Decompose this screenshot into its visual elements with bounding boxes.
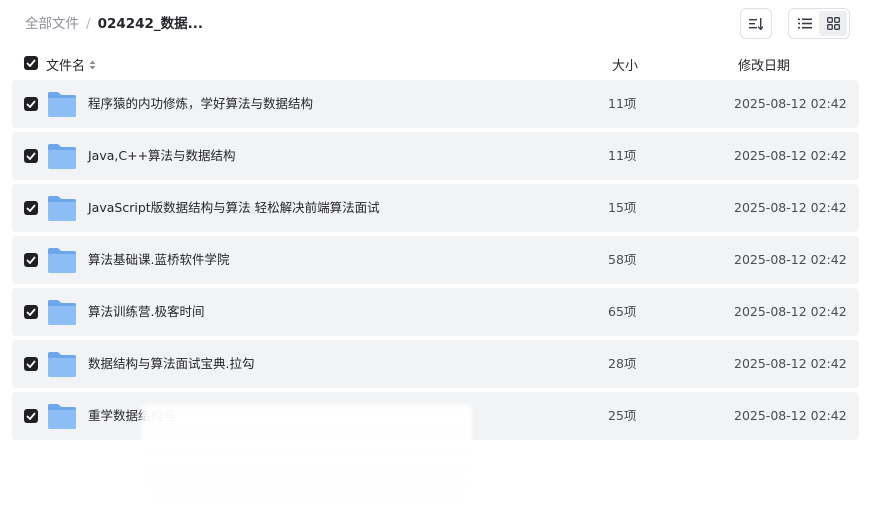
check-icon	[26, 152, 36, 160]
file-name[interactable]: Java,C++算法与数据结构	[88, 147, 236, 165]
check-icon	[26, 59, 36, 67]
row-checkbox[interactable]	[24, 253, 38, 267]
file-date: 2025-08-12 02:42	[734, 200, 847, 215]
column-name-header[interactable]: 文件名	[46, 55, 96, 74]
folder-icon	[48, 144, 76, 169]
folder-icon	[48, 248, 76, 273]
file-size: 15项	[608, 200, 637, 215]
sort-button[interactable]	[740, 8, 772, 39]
header-bar: 全部文件 / 024242_数据...	[0, 0, 874, 48]
file-list: 程序猿的内功修炼，学好算法与数据结构 11项 2025-08-12 02:42 …	[12, 80, 859, 444]
select-all-checkbox[interactable]	[24, 56, 38, 70]
check-icon	[26, 204, 36, 212]
file-size: 58项	[608, 252, 637, 267]
check-icon	[26, 412, 36, 420]
file-row[interactable]: 算法训练营.极客时间 65项 2025-08-12 02:42	[12, 288, 859, 336]
column-name-label: 文件名	[46, 59, 86, 74]
row-checkbox[interactable]	[24, 305, 38, 319]
file-name[interactable]: 算法基础课.蓝桥软件学院	[88, 251, 229, 269]
breadcrumb-current: 024242_数据...	[97, 16, 204, 32]
blurred-overlay	[142, 404, 472, 500]
breadcrumb-root[interactable]: 全部文件	[25, 14, 79, 34]
sort-arrows-icon	[89, 60, 96, 70]
check-icon	[26, 360, 36, 368]
row-checkbox[interactable]	[24, 409, 38, 423]
file-size: 11项	[608, 148, 637, 163]
grid-view-icon	[826, 17, 840, 30]
file-date: 2025-08-12 02:42	[734, 408, 847, 423]
file-name[interactable]: JavaScript版数据结构与算法 轻松解决前端算法面试	[88, 199, 380, 217]
file-name[interactable]: 算法训练营.极客时间	[88, 303, 204, 321]
folder-icon	[48, 404, 76, 429]
check-icon	[26, 256, 36, 264]
file-date: 2025-08-12 02:42	[734, 356, 847, 371]
folder-icon	[48, 196, 76, 221]
breadcrumb-separator: /	[86, 16, 91, 32]
file-size: 65项	[608, 304, 637, 319]
folder-icon	[48, 352, 76, 377]
file-row[interactable]: 数据结构与算法面试宝典.拉勾 28项 2025-08-12 02:42	[12, 340, 859, 388]
file-row[interactable]: 算法基础课.蓝桥软件学院 58项 2025-08-12 02:42	[12, 236, 859, 284]
file-row[interactable]: JavaScript版数据结构与算法 轻松解决前端算法面试 15项 2025-0…	[12, 184, 859, 232]
file-name[interactable]: 程序猿的内功修炼，学好算法与数据结构	[88, 95, 313, 113]
folder-icon	[48, 300, 76, 325]
row-checkbox[interactable]	[24, 357, 38, 371]
file-date: 2025-08-12 02:42	[734, 252, 847, 267]
breadcrumb: 全部文件 / 024242_数据...	[25, 14, 203, 34]
file-row[interactable]: 程序猿的内功修炼，学好算法与数据结构 11项 2025-08-12 02:42	[12, 80, 859, 128]
file-browser: 全部文件 / 024242_数据... 文件名 大小 修改日期 程序猿的内功修炼…	[0, 0, 874, 514]
file-date: 2025-08-12 02:42	[734, 96, 847, 111]
check-icon	[26, 308, 36, 316]
column-size-header[interactable]: 大小	[612, 55, 638, 74]
file-date: 2025-08-12 02:42	[734, 304, 847, 319]
column-date-header[interactable]: 修改日期	[738, 55, 790, 74]
check-icon	[26, 100, 36, 108]
file-size: 28项	[608, 356, 637, 371]
file-size: 11项	[608, 96, 637, 111]
view-toggle	[788, 8, 850, 39]
file-date: 2025-08-12 02:42	[734, 148, 847, 163]
list-view-button[interactable]	[791, 11, 819, 36]
file-name[interactable]: 数据结构与算法面试宝典.拉勾	[88, 355, 254, 373]
row-checkbox[interactable]	[24, 97, 38, 111]
grid-view-button[interactable]	[819, 11, 847, 36]
file-size: 25项	[608, 408, 637, 423]
column-header: 文件名 大小 修改日期	[0, 52, 874, 76]
folder-icon	[48, 92, 76, 117]
row-checkbox[interactable]	[24, 149, 38, 163]
file-row[interactable]: Java,C++算法与数据结构 11项 2025-08-12 02:42	[12, 132, 859, 180]
sort-icon	[749, 17, 763, 30]
row-checkbox[interactable]	[24, 201, 38, 215]
list-view-icon	[798, 18, 812, 29]
